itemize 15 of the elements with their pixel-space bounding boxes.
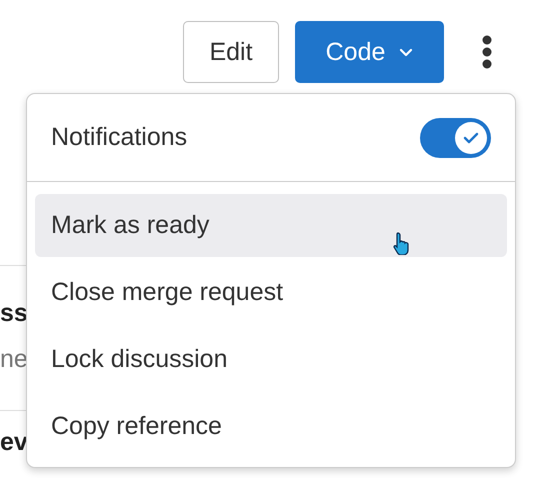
- edit-button[interactable]: Edit: [183, 21, 279, 83]
- code-button[interactable]: Code: [295, 21, 444, 83]
- hand-pointer-icon: [393, 231, 411, 255]
- caret-icon: [399, 48, 414, 56]
- menu-item[interactable]: Lock discussion: [35, 328, 507, 391]
- notifications-label: Notifications: [51, 123, 188, 152]
- row-title: ev: [0, 428, 28, 456]
- check-icon: [463, 130, 479, 144]
- row-subtitle: ne: [0, 344, 28, 374]
- notifications-toggle[interactable]: [420, 118, 491, 158]
- more-options-icon[interactable]: [482, 35, 492, 69]
- menu-item[interactable]: Mark as ready: [35, 194, 507, 257]
- row-title: ss: [0, 298, 28, 328]
- menu-item[interactable]: Copy reference: [35, 395, 507, 458]
- menu-item[interactable]: Close merge request: [35, 261, 507, 324]
